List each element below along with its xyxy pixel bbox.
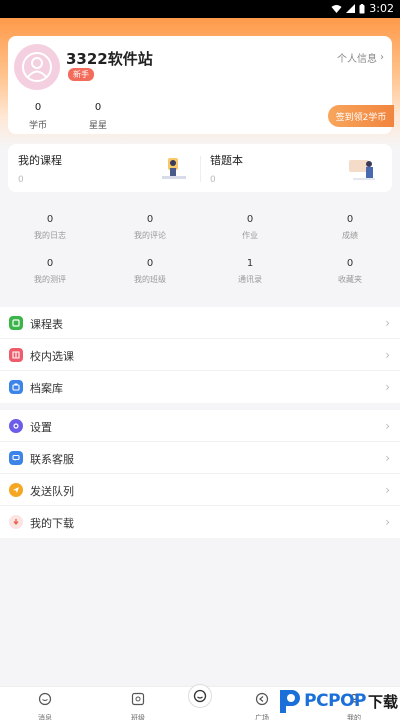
menu-group-system: 设置 › 联系客服 › 发送队列 › 我的下载 › [0,410,400,538]
my-courses-count: 0 [18,175,24,185]
tab-class[interactable]: 班级 [118,691,158,720]
grid-value: 0 [146,214,154,225]
square-icon [255,692,269,706]
chevron-right-icon: › [385,515,390,529]
grid-favorites[interactable]: 0 收藏夹 [300,258,400,285]
my-courses-cell[interactable]: 我的课程 0 [8,144,200,192]
chevron-right-icon: › [385,380,390,394]
grid-label: 我的班级 [134,275,166,284]
signal-icon [346,4,356,13]
status-time: 3:02 [369,2,394,15]
watermark: PCPOP 下载 [276,683,398,719]
wifi-icon [331,5,342,13]
schedule-icon [9,316,23,330]
pcpop-logo-icon [280,690,301,713]
coins-value: 0 [34,102,42,113]
course-card: 我的课程 0 错题本 0 [8,144,392,192]
stars-value: 0 [94,102,102,113]
menu-item-schedule[interactable]: 课程表 › [0,307,400,339]
my-courses-title: 我的课程 [18,154,62,167]
menu-label: 我的下载 [30,517,74,530]
class-icon [131,692,145,706]
center-home-button[interactable] [188,684,212,708]
message-icon [38,692,52,706]
battery-icon [359,3,365,13]
menu-label: 发送队列 [30,485,74,498]
menu-item-settings[interactable]: 设置 › [0,410,400,442]
archive-icon [9,380,23,394]
grid-value: 0 [46,214,54,225]
course-select-icon [9,348,23,362]
wrong-book-illustration-icon [349,160,375,180]
profile-card: 3322软件站 新手 个人信息 › 0 学币 0 星星 签到领2学币 [8,36,394,134]
profile-info-link[interactable]: 个人信息 › [337,50,384,65]
menu-label: 联系客服 [30,453,74,466]
grid-my-comments[interactable]: 0 我的评论 [100,214,200,241]
status-bar: 3:02 [0,0,400,18]
grid-label: 作业 [242,231,258,240]
chevron-right-icon: › [385,483,390,497]
grid-label: 通讯录 [238,275,262,284]
stat-coins[interactable]: 0 学币 [26,102,50,131]
profile-info-label: 个人信息 [337,54,377,65]
grid-label: 我的测评 [34,275,66,284]
grid-contacts[interactable]: 1 通讯录 [200,258,300,285]
username: 3322软件站 [66,50,153,68]
menu-item-send-queue[interactable]: 发送队列 › [0,474,400,506]
menu-label: 课程表 [30,318,63,331]
menu-label: 设置 [30,421,52,434]
chevron-right-icon: › [380,52,384,63]
watermark-suffix: 下载 [367,692,398,711]
wrong-book-title: 错题本 [210,154,243,167]
grid-value: 0 [46,258,54,269]
courses-illustration-icon [162,158,186,179]
grid-value: 0 [346,258,354,269]
menu-item-course-select[interactable]: 校内选课 › [0,339,400,371]
chevron-right-icon: › [385,419,390,433]
stats-grid: 0 我的日志 0 我的评论 0 作业 0 成绩 0 我的测评 0 我的班级 1 … [0,202,400,298]
chevron-right-icon: › [385,451,390,465]
tab-message[interactable]: 消息 [25,691,65,720]
settings-icon [9,419,23,433]
tab-label: 班级 [131,714,145,720]
grid-grades[interactable]: 0 成绩 [300,214,400,241]
chevron-right-icon: › [385,348,390,362]
level-badge: 新手 [68,68,94,81]
grid-label: 我的日志 [34,231,66,240]
download-icon [9,515,23,529]
wrong-book-cell[interactable]: 错题本 0 [201,144,392,192]
customer-service-icon [9,451,23,465]
signin-button[interactable]: 签到领2学币 [328,105,394,127]
menu-item-customer-service[interactable]: 联系客服 › [0,442,400,474]
menu-item-archive[interactable]: 档案库 › [0,371,400,403]
grid-value: 1 [246,258,254,269]
menu-label: 档案库 [30,382,63,395]
menu-group-academic: 课程表 › 校内选课 › 档案库 › [0,307,400,403]
grid-value: 0 [346,214,354,225]
grid-my-class[interactable]: 0 我的班级 [100,258,200,285]
menu-label: 校内选课 [30,350,74,363]
grid-my-logs[interactable]: 0 我的日志 [0,214,100,241]
stat-stars[interactable]: 0 星星 [86,102,110,131]
grid-label: 我的评论 [134,231,166,240]
chevron-right-icon: › [385,316,390,330]
send-queue-icon [9,483,23,497]
grid-value: 0 [146,258,154,269]
center-home-icon [193,689,207,703]
tab-label: 消息 [38,714,52,720]
grid-label: 收藏夹 [338,275,362,284]
user-avatar-icon [22,52,52,82]
coins-label: 学币 [28,121,47,131]
grid-homework[interactable]: 0 作业 [200,214,300,241]
grid-value: 0 [246,214,254,225]
wrong-book-count: 0 [210,175,216,185]
grid-my-evaluations[interactable]: 0 我的测评 [0,258,100,285]
grid-label: 成绩 [342,231,358,240]
avatar[interactable] [14,44,60,90]
menu-item-my-downloads[interactable]: 我的下载 › [0,506,400,538]
watermark-brand: PCPOP [304,691,366,711]
stars-label: 星星 [88,121,107,131]
